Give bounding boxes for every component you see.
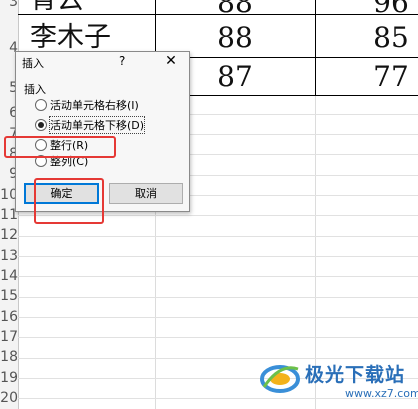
- dialog-title: 插入: [22, 57, 44, 70]
- row-number[interactable]: 14: [0, 266, 18, 286]
- table-cell-value[interactable]: 77: [316, 58, 418, 96]
- cancel-button[interactable]: 取消: [109, 183, 183, 204]
- close-icon[interactable]: ✕: [160, 52, 182, 70]
- radio-shift-down[interactable]: [35, 119, 47, 131]
- row-gridline: [18, 256, 418, 257]
- logo-icon: [260, 365, 300, 393]
- row-number[interactable]: 18: [0, 347, 18, 367]
- row-number[interactable]: 19: [0, 368, 18, 388]
- row-gridline: [18, 236, 418, 237]
- help-icon[interactable]: ?: [119, 54, 125, 68]
- row-number[interactable]: 13: [0, 246, 18, 266]
- row-number[interactable]: 17: [0, 327, 18, 347]
- row-number[interactable]: 12: [0, 225, 18, 245]
- row-gridline: [18, 337, 418, 338]
- row-gridline: [18, 276, 418, 277]
- row-number[interactable]: 20: [0, 388, 18, 408]
- row-number[interactable]: 16: [0, 307, 18, 327]
- row-number[interactable]: 15: [0, 286, 18, 306]
- watermark-url: www.xz7.com: [345, 387, 418, 400]
- row-gridline: [18, 297, 418, 298]
- option-label[interactable]: 活动单元格右移(I): [50, 97, 139, 113]
- row-gridline: [18, 358, 418, 359]
- row-gridline: [18, 317, 418, 318]
- row-number[interactable]: 3: [0, 0, 18, 12]
- option-label[interactable]: 活动单元格下移(D): [48, 116, 146, 134]
- table-cell-name[interactable]: 青云: [30, 0, 84, 18]
- table-cell-value[interactable]: 85: [316, 19, 418, 57]
- highlight-box: [4, 136, 116, 158]
- highlight-box: [34, 178, 104, 224]
- group-label: 插入: [24, 83, 46, 96]
- radio-shift-right[interactable]: [35, 99, 47, 111]
- watermark-text: 极光下载站: [305, 364, 406, 386]
